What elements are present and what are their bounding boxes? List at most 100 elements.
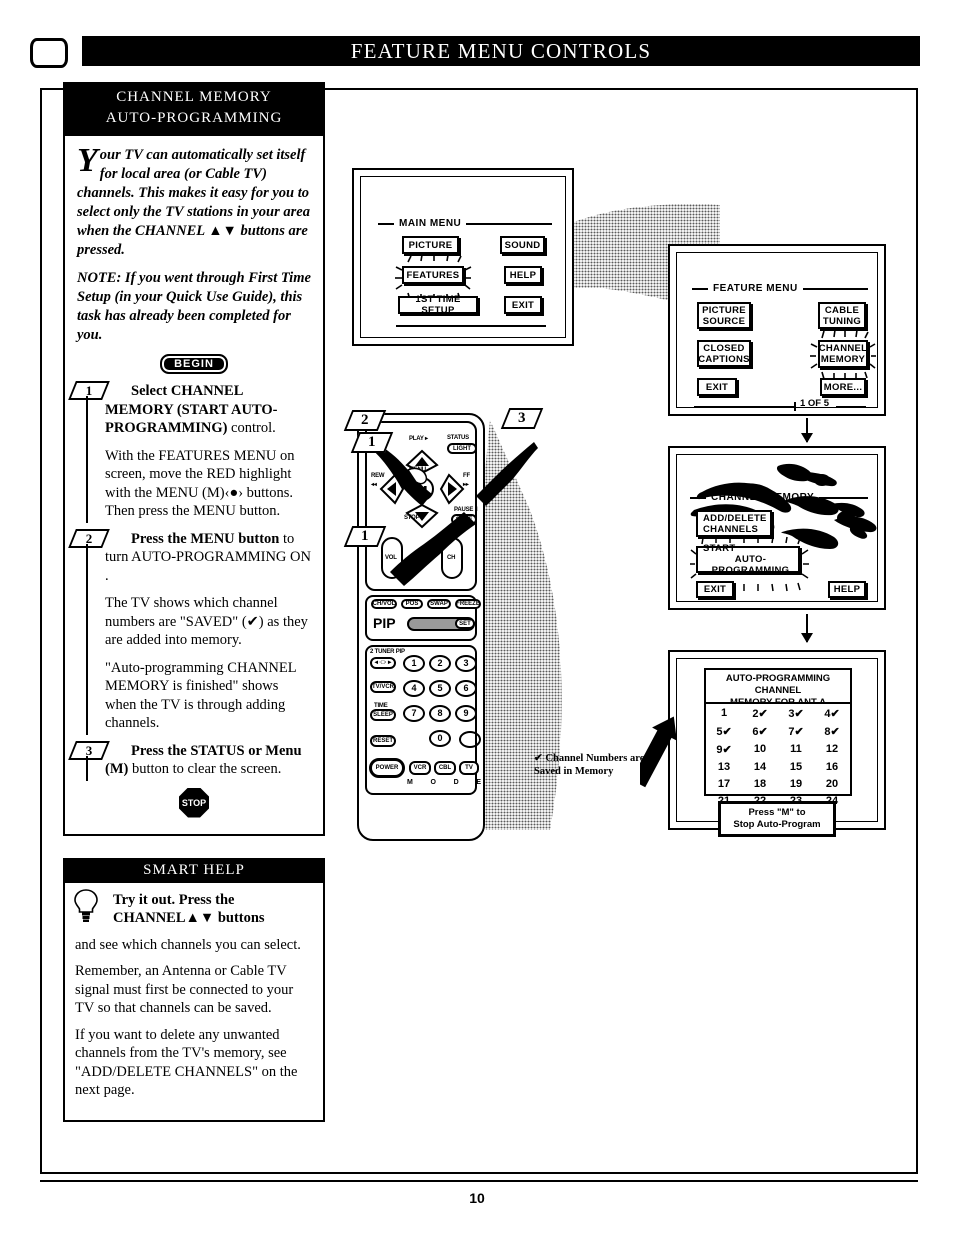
numpad-key-0[interactable]: 0 [429, 730, 451, 747]
manual-page: FEATURE MENU CONTROLS 10 CHANNEL MEMORY … [0, 0, 954, 1235]
intro-paragraph-2: NOTE: If you went through First Time Set… [77, 270, 311, 343]
table-row: 17 18 19 20 [706, 775, 850, 792]
numpad-key-3[interactable]: 3 [455, 655, 477, 672]
smart-help-p1-bold: Try it out. Press the CHANNEL▲▼ buttons [113, 891, 265, 927]
left-instruction-column: CHANNEL MEMORY AUTO-PROGRAMMING Your TV … [63, 82, 325, 1122]
numpad-key-9[interactable]: 9 [455, 705, 477, 722]
stop-badge: STOP [179, 787, 209, 818]
numpad-key-2[interactable]: 2 [429, 655, 451, 672]
channel-cell: 20 [825, 777, 839, 790]
step-3-body: Press the STATUS or Menu (M) button to c… [99, 742, 311, 779]
channel-grid-body: 12✔3✔4✔5✔6✔7✔8✔9✔10111213141516171819202… [706, 704, 850, 809]
feature-item-more[interactable]: MORE... [820, 378, 866, 396]
tv-screen-icon [30, 38, 68, 68]
pip-label: PIP [373, 615, 396, 631]
mode-tv-key[interactable]: TV [459, 761, 479, 775]
power-key[interactable]: POWER [369, 758, 405, 778]
numpad-key-4[interactable]: 4 [403, 680, 425, 697]
reset-key[interactable]: RESET [370, 735, 396, 747]
saved-checkmark: ✔ [830, 707, 840, 720]
menu-item-picture[interactable]: PICTURE [402, 236, 459, 254]
channel-memory-item-add-delete[interactable]: ADD/DELETE CHANNELS [696, 510, 772, 537]
hand-pointer-right [476, 442, 538, 506]
feature-item-cable-tuning[interactable]: CABLE TUNING [818, 302, 866, 329]
saved-checkmark: ✔ [794, 707, 804, 720]
menu-item-help[interactable]: HELP [504, 266, 542, 284]
step-2-detail-2: "Auto-programming CHANNEL MEMORY is fini… [105, 659, 297, 732]
swap-key[interactable]: SWAP [427, 599, 451, 609]
menu-item-features[interactable]: FEATURES [402, 266, 464, 284]
pos-key[interactable]: POS [401, 599, 423, 609]
page-title: FEATURE MENU CONTROLS [350, 39, 652, 63]
step-1: 1 Select CHANNEL MEMORY (START AUTO-PROG… [68, 381, 311, 522]
saved-checkmark: ✔ [758, 707, 768, 720]
channel-cell: 17 [717, 777, 731, 790]
numpad-key-6[interactable]: 6 [455, 680, 477, 697]
sleep-key[interactable]: SLEEP [370, 709, 396, 721]
menu-item-1st-time-setup[interactable]: 1ST TIME SETUP [398, 294, 478, 316]
step-3-lead-para: Press the STATUS or Menu (M) button to c… [105, 742, 311, 779]
saved-checkmark: ✔ [722, 743, 732, 756]
feature-item-picture-source[interactable]: PICTURE SOURCE [697, 302, 751, 329]
saved-checkmark: ✔ [722, 725, 732, 738]
feature-menu-page-indicator: 1 OF 5 [800, 398, 830, 409]
step-3-lead-tail: button to clear the screen. [128, 761, 282, 777]
auto-programming-screen: AUTO-PROGRAMMING CHANNEL MEMORY FOR ANT … [668, 650, 886, 837]
channel-cell: 4✔ [824, 707, 840, 720]
channel-cell: 11 [790, 743, 802, 755]
lightbulb-icon [74, 888, 98, 922]
instruction-box: Your TV can automatically set itself for… [63, 136, 325, 836]
channel-memory-screen: CHANNEL MEMORY ADD/DELETE CHANNELS START… [668, 446, 886, 610]
channel-cell: 12 [825, 743, 839, 755]
table-row: 1 2✔ 3✔ 4✔ [706, 704, 850, 722]
channel-cell: 6✔ [752, 725, 768, 738]
tv-vcr-key[interactable]: TV/VCR [370, 681, 396, 693]
numpad-key-5[interactable]: 5 [429, 680, 451, 697]
step-2-body: Press the MENU button to turn AUTO-PROGR… [99, 530, 311, 733]
smart-help-paragraph-2: Remember, an Antenna or Cable TV signal … [75, 963, 294, 1016]
channel-memory-title-row: CHANNEL MEMORY [690, 492, 868, 503]
mode-cbl-key[interactable]: CBL [434, 761, 456, 775]
freeze-key[interactable]: FREEZE [455, 599, 481, 609]
feature-item-closed-captions[interactable]: CLOSED CAPTIONS [697, 340, 751, 367]
smart-help-box: SMART HELP Try it out. Press the CHANNEL… [63, 857, 325, 1122]
step-1-lead-para: Select CHANNEL MEMORY (START AUTO-PROGRA… [105, 382, 311, 438]
chvol-key[interactable]: CH/VOL [371, 599, 397, 609]
channel-cell: 9✔ [716, 743, 732, 756]
dot-key[interactable] [459, 731, 481, 748]
footer-rule [40, 1180, 918, 1182]
numpad-key-7[interactable]: 7 [403, 705, 425, 722]
saved-checkmark: ✔ [758, 725, 768, 738]
page-number: 10 [469, 1190, 485, 1206]
press-m-banner: Press "M" to Stop Auto-Program [718, 801, 836, 837]
menu-item-sound[interactable]: SOUND [500, 236, 545, 254]
saved-checkmark: ✔ [794, 725, 804, 738]
hand-pointer-lower [390, 512, 476, 586]
numpad-key-8[interactable]: 8 [429, 705, 451, 722]
menu-item-exit[interactable]: EXIT [504, 296, 542, 314]
channel-cell: 10 [753, 743, 767, 755]
channel-memory-item-start-auto-programming[interactable]: START AUTO-PROGRAMMING [696, 543, 800, 576]
feature-menu-tick [794, 402, 796, 411]
tuner-key[interactable]: ◄·□·► [370, 657, 396, 669]
step-1-lead-tail: control. [227, 420, 276, 436]
channel-memory-item-help[interactable]: HELP [828, 581, 866, 598]
feature-item-exit[interactable]: EXIT [697, 378, 737, 396]
smart-help-paragraph-3: If you want to delete any unwanted chann… [75, 1026, 298, 1099]
channel-memory-item-exit[interactable]: EXIT [696, 581, 734, 598]
channel-cell: 7✔ [788, 725, 804, 738]
smart-help-body: Try it out. Press the CHANNEL▲▼ buttons … [63, 882, 325, 1122]
table-row: 5✔ 6✔ 7✔ 8✔ [706, 722, 850, 740]
section-title-line1: CHANNEL MEMORY [63, 82, 325, 107]
main-menu-title-row: MAIN MENU [378, 218, 552, 229]
channel-grid: 12✔3✔4✔5✔6✔7✔8✔9✔10111213141516171819202… [704, 702, 852, 807]
main-menu-screen: MAIN MENU PICTURE SOUND FEATURES HELP 1S… [352, 168, 574, 346]
title-dash-right [802, 287, 868, 290]
set-key[interactable]: SET [455, 618, 475, 629]
mode-vcr-key[interactable]: VCR [409, 761, 431, 775]
smart-help-p1-rest: and see which channels you can select. [75, 936, 301, 953]
feature-item-channel-memory[interactable]: CHANNEL MEMORY [818, 340, 868, 368]
feature-menu-rule-left [694, 406, 794, 408]
channel-cell: 15 [789, 760, 803, 773]
numpad-key-1[interactable]: 1 [403, 655, 425, 672]
